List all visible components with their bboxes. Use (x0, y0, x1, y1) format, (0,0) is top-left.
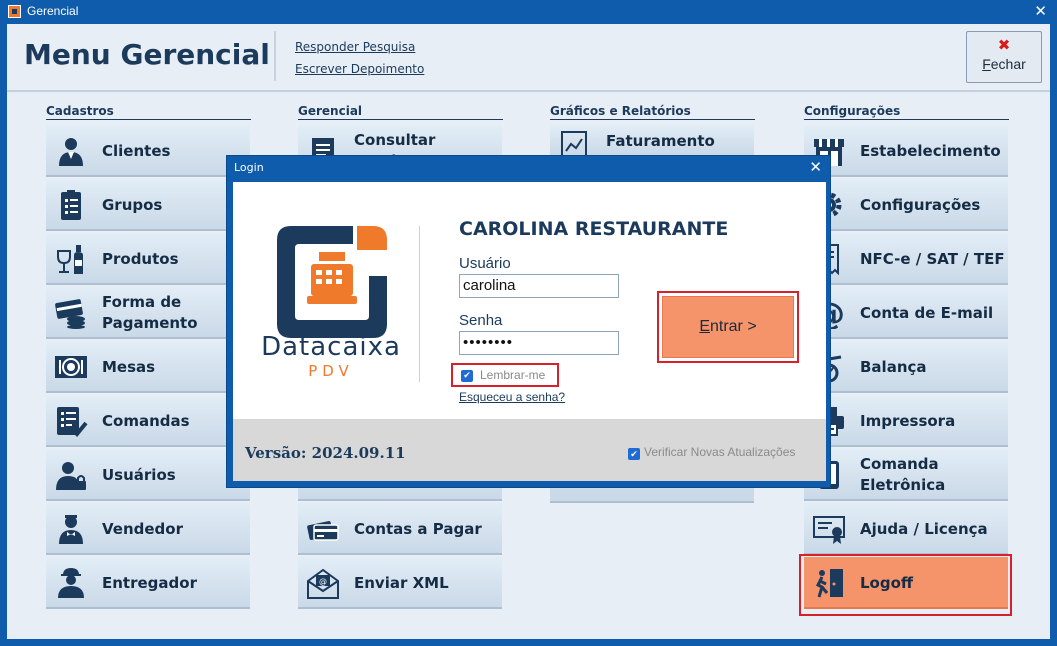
entregador-label: Entregador (102, 573, 197, 592)
usuario-label: Usuário (459, 255, 511, 272)
verificar-check-icon: ✔ (628, 448, 640, 460)
senha-input[interactable]: •••••••• (459, 331, 619, 355)
contas-a-pagar-button[interactable]: Contas a Pagar (298, 503, 502, 555)
company-name: CAROLINA RESTAURANTE (459, 218, 729, 240)
faturamento-button[interactable]: Faturamento (550, 125, 754, 161)
login-vertical-separator (419, 226, 420, 382)
login-body: Datacaixa PDV CAROLINA RESTAURANTE Usuár… (233, 182, 826, 419)
plate-cutlery-icon (55, 356, 87, 378)
lembrar-me-label: Lembrar-me (480, 368, 546, 382)
responder-pesquisa-link[interactable]: Responder Pesquisa (295, 40, 415, 54)
configuracoes-label: Configurações (860, 195, 981, 214)
escrever-depoimento-link[interactable]: Escrever Depoimento (295, 62, 424, 76)
column-title-cadastros: Cadastros (46, 104, 251, 120)
enviar-xml-button[interactable]: @ Enviar XML (298, 557, 502, 609)
page-title: Menu Gerencial (24, 38, 270, 71)
user-lock-icon (56, 462, 86, 490)
datacaixa-logo-icon (277, 226, 387, 338)
clientes-label: Clientes (102, 141, 171, 160)
window-title: Gerencial (27, 4, 79, 18)
mesas-button[interactable]: Mesas (46, 341, 250, 393)
close-x-icon: ✖ (997, 36, 1011, 54)
comanda-eletronica-button[interactable]: Comanda Eletrônica (804, 449, 1008, 501)
produtos-button[interactable]: Produtos (46, 233, 250, 285)
version-label: Versão: 2024.09.11 (245, 444, 406, 462)
svg-text:@: @ (319, 577, 327, 586)
estabelecimento-button[interactable]: Estabelecimento (804, 125, 1008, 177)
forma-de-pagamento-label: Forma de Pagamento (102, 293, 198, 332)
person-icon (59, 138, 83, 166)
configuracoes-button[interactable]: Configurações (804, 179, 1008, 231)
usuarios-button[interactable]: Usuários (46, 449, 250, 501)
balanca-label: Balança (860, 357, 927, 376)
certificate-icon (813, 516, 845, 544)
login-footer: Versão: 2024.09.11 ✔ Verificar Novas Atua… (233, 419, 826, 481)
app-icon (8, 5, 21, 18)
card-coins-icon (55, 299, 85, 329)
entrar-highlight: Entrar > (657, 291, 799, 363)
ajuda-licenca-label: Ajuda / Licença (860, 519, 988, 538)
vendedor-label: Vendedor (102, 519, 183, 538)
mesas-label: Mesas (102, 357, 156, 376)
faturamento-label: Faturamento (606, 131, 715, 150)
clipboard-list-icon (61, 190, 81, 220)
ajuda-licenca-button[interactable]: Ajuda / Licença (804, 503, 1008, 555)
login-dialog: Login ✕ Datacaixa PDV CAROLINA RESTAURAN… (226, 155, 831, 488)
lembrar-me-checkbox[interactable]: ✔ Lembrar-me (451, 363, 559, 387)
credit-cards-icon (307, 521, 339, 541)
usuarios-label: Usuários (102, 465, 176, 484)
brand-name: Datacaixa (261, 332, 401, 362)
header: Menu Gerencial Responder Pesquisa Escrev… (7, 24, 1050, 90)
estabelecimento-label: Estabelecimento (860, 141, 1001, 160)
entrar-button[interactable]: Entrar > (662, 296, 794, 358)
login-close-icon[interactable]: ✕ (809, 158, 822, 176)
delivery-person-icon (58, 568, 84, 598)
comanda-eletronica-label: Comanda Eletrônica (860, 455, 946, 494)
impressora-button[interactable]: Impressora (804, 395, 1008, 447)
nfce-sat-tef-label: NFC-e / SAT / TEF (860, 249, 1005, 268)
window-close-icon[interactable]: ✕ (1034, 2, 1047, 20)
checklist-icon (57, 407, 88, 437)
enviar-xml-label: Enviar XML (354, 573, 449, 592)
nfce-sat-tef-button[interactable]: NFC-e / SAT / TEF (804, 233, 1008, 285)
envelope-icon: @ (307, 568, 339, 599)
forma-de-pagamento-button[interactable]: Forma de Pagamento (46, 287, 250, 339)
vendedor-button[interactable]: Vendedor (46, 503, 250, 555)
entregador-button[interactable]: Entregador (46, 557, 250, 609)
brand-sub: PDV (308, 362, 354, 380)
login-dialog-title: Login (234, 161, 264, 174)
logoff-highlight (799, 554, 1012, 616)
comandas-button[interactable]: Comandas (46, 395, 250, 447)
produtos-label: Produtos (102, 249, 179, 268)
contas-a-pagar-label: Contas a Pagar (354, 519, 482, 538)
lembrar-me-check-icon: ✔ (461, 370, 473, 382)
grupos-button[interactable]: Grupos (46, 179, 250, 231)
column-title-configuracoes: Configurações (804, 104, 1009, 120)
verificar-atualizacoes-checkbox[interactable]: ✔ Verificar Novas Atualizações (628, 445, 795, 460)
fechar-label: Fechar (982, 56, 1026, 72)
wine-bottle-icon (57, 245, 83, 274)
header-separator (7, 90, 1050, 92)
title-bar: Gerencial ✕ (0, 0, 1057, 24)
waiter-icon (59, 515, 83, 544)
fechar-button[interactable]: ✖ Fechar (966, 31, 1042, 83)
clientes-button[interactable]: Clientes (46, 125, 250, 177)
column-title-graficos: Gráficos e Relatórios (550, 104, 755, 120)
column-title-gerencial: Gerencial (298, 104, 503, 120)
header-divider (274, 31, 276, 81)
impressora-label: Impressora (860, 411, 956, 430)
balanca-button[interactable]: Balança (804, 341, 1008, 393)
usuario-input[interactable]: carolina (459, 274, 619, 298)
conta-de-email-button[interactable]: @ Conta de E-mail (804, 287, 1008, 339)
senha-label: Senha (459, 312, 503, 329)
grupos-label: Grupos (102, 195, 163, 214)
comandas-label: Comandas (102, 411, 190, 430)
esqueceu-senha-link[interactable]: Esqueceu a senha? (459, 390, 565, 404)
conta-de-email-label: Conta de E-mail (860, 303, 994, 322)
verificar-atualizacoes-label: Verificar Novas Atualizações (644, 445, 796, 459)
